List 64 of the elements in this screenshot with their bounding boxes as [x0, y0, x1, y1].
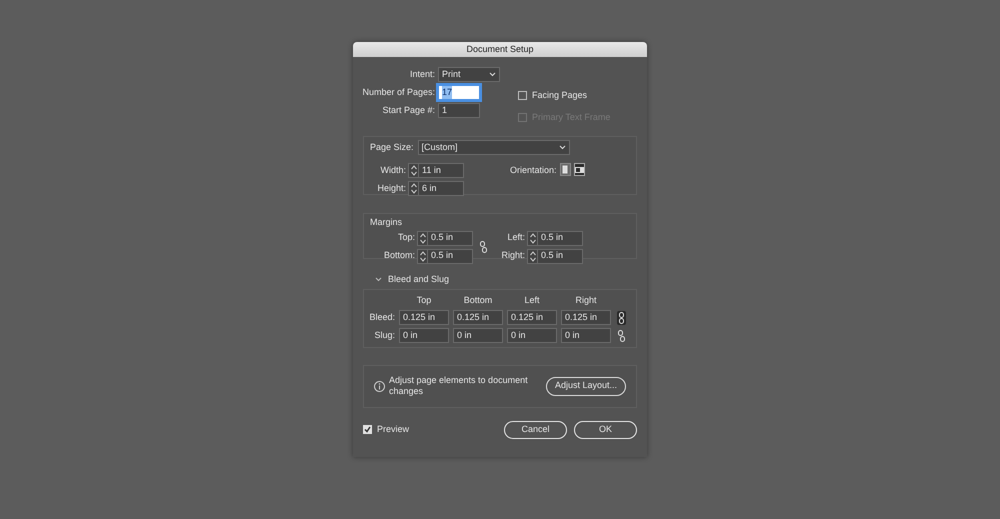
value-input[interactable]: 0.125 in	[453, 310, 503, 325]
chevron-down-icon[interactable]	[375, 277, 382, 282]
adjust-layout-button[interactable]: Adjust Layout...	[546, 376, 626, 396]
linked-chain-icon[interactable]	[617, 310, 626, 324]
cancel-button[interactable]: Cancel	[504, 420, 567, 438]
column-header: Right	[574, 294, 598, 307]
stepper-icon[interactable]	[418, 232, 426, 244]
value-input[interactable]: 0 in	[507, 328, 557, 343]
stepper-icon[interactable]	[410, 164, 418, 177]
checkbox-label: Facing Pages	[532, 89, 588, 102]
value-input[interactable]: 0.125 in	[561, 310, 611, 325]
checkbox[interactable]	[518, 91, 527, 100]
landscape-orientation-button[interactable]	[574, 163, 585, 176]
field-label: Intent:	[408, 68, 435, 81]
field-label: Start Page #:	[381, 104, 435, 117]
value-input[interactable]: 0.125 in	[507, 310, 557, 325]
field-label: Left:	[506, 231, 525, 244]
field-label: Top:	[396, 231, 415, 244]
column-header: Left	[523, 294, 540, 306]
broken-chain-icon[interactable]	[617, 328, 626, 342]
spin-field[interactable]: 0.5 in	[527, 230, 583, 246]
section-title: Bleed and Slug	[388, 273, 450, 286]
field-label: Height:	[376, 182, 406, 195]
spin-field[interactable]: 11 in	[408, 163, 464, 178]
start-page-input[interactable]: 1	[438, 103, 480, 118]
stepper-icon[interactable]	[528, 232, 536, 244]
stepper-icon[interactable]	[418, 250, 426, 262]
stepper-icon[interactable]	[528, 250, 536, 262]
window-title: Document Setup	[353, 42, 647, 57]
value-input[interactable]: 0 in	[399, 328, 449, 343]
spin-field[interactable]: 0.5 in	[417, 230, 473, 246]
value-input[interactable]: 0.125 in	[399, 310, 449, 325]
pages-input[interactable]: 17	[438, 85, 480, 100]
checkbox-label: Preview	[377, 422, 410, 436]
field-label: Orientation:	[510, 164, 557, 177]
value-input[interactable]: 0 in	[453, 328, 503, 343]
row-label: Slug:	[373, 328, 395, 342]
stepper-icon[interactable]	[410, 182, 418, 195]
field-label: Bottom:	[382, 249, 415, 262]
info-icon	[374, 380, 385, 392]
section-title: Margins	[370, 216, 404, 229]
chevron-down-icon	[489, 72, 496, 77]
field-label: Number of Pages:	[361, 86, 435, 99]
portrait-orientation-button[interactable]	[560, 163, 571, 176]
info-text: Adjust page elements to document changes	[389, 375, 529, 397]
page-size-dropdown[interactable]: [Custom]	[418, 140, 570, 155]
field-label: Page Size:	[370, 140, 414, 154]
portrait-page-icon	[562, 165, 568, 174]
row-label: Bleed:	[368, 310, 395, 324]
spin-field[interactable]: 0.5 in	[527, 248, 583, 264]
field-label: Width:	[379, 164, 406, 177]
value-input[interactable]: 0 in	[561, 328, 611, 343]
checkbox[interactable]	[363, 425, 372, 434]
broken-chain-icon[interactable]	[479, 240, 488, 254]
landscape-page-icon	[574, 166, 584, 172]
spin-field[interactable]: 6 in	[408, 181, 464, 196]
field-label: Right:	[500, 249, 525, 262]
column-header: Bottom	[462, 294, 494, 306]
intent-dropdown[interactable]: Print	[438, 67, 500, 82]
column-header: Top	[416, 294, 432, 307]
ok-button[interactable]: OK	[574, 420, 637, 438]
chevron-down-icon	[558, 145, 566, 150]
spin-field[interactable]: 0.5 in	[417, 248, 473, 264]
selected-value: 17	[442, 86, 452, 100]
